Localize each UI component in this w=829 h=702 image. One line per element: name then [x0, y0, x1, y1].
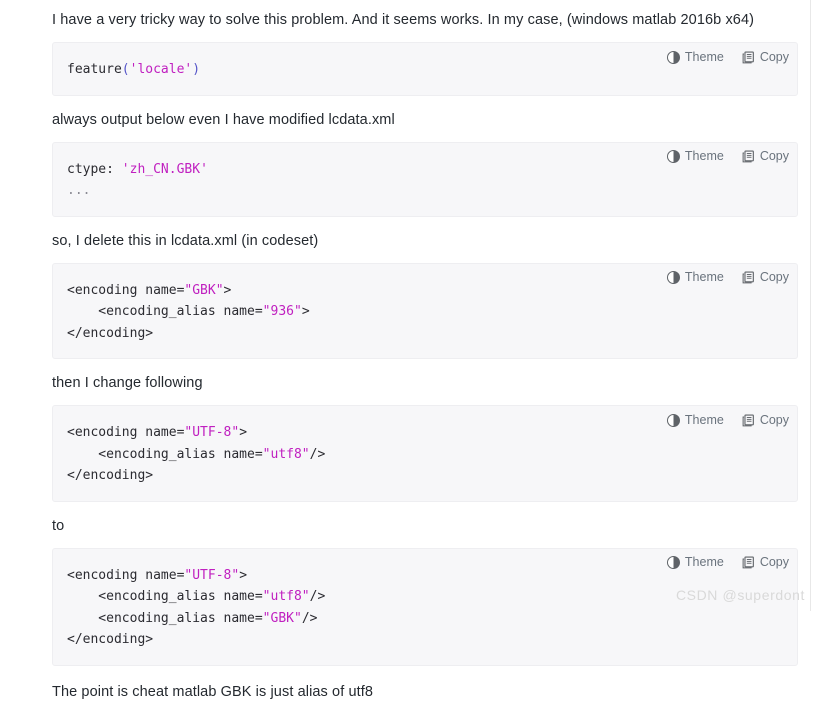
code-block-toolbar: Theme Copy: [666, 269, 789, 287]
copy-button-label: Copy: [759, 555, 789, 570]
code-token: />: [309, 446, 326, 462]
contrast-circle-icon: [666, 50, 680, 64]
code-token: "utf8": [262, 589, 310, 604]
theme-button[interactable]: Theme: [666, 555, 724, 570]
copy-button[interactable]: Copy: [742, 414, 789, 427]
code-token: />: [309, 589, 326, 604]
code-token: >: [239, 567, 248, 583]
copy-button[interactable]: Copy: [742, 271, 789, 284]
contrast-circle-icon: [666, 413, 680, 427]
code-token: 'locale': [129, 62, 193, 77]
code-token: <encoding_alias name=: [67, 304, 263, 319]
paragraph: I have a very tricky way to solve this p…: [52, 12, 755, 28]
theme-button[interactable]: Theme: [666, 412, 724, 427]
copy-document-icon: [742, 51, 755, 64]
code-block: Theme Copy ctype: 'zh_CN.GBK' ...: [52, 141, 798, 217]
code-token: <encoding name=: [67, 425, 185, 440]
code-token: "UTF-8": [184, 567, 240, 583]
copy-document-icon: [742, 271, 755, 284]
code-token: >: [223, 282, 232, 298]
paragraph: The point is cheat matlab GBK is just al…: [52, 683, 374, 700]
code-token: feature: [67, 62, 122, 77]
paragraph: then I change following: [52, 375, 203, 391]
code-token: ctype:: [67, 161, 122, 177]
copy-document-icon: [742, 150, 755, 163]
code-token: <encoding_alias name=: [67, 589, 263, 604]
code-token: <encoding_alias name=: [67, 446, 263, 462]
code-token: ...: [67, 183, 91, 198]
code-token: "936": [262, 304, 302, 319]
paragraph: so, I delete this in lcdata.xml (in code…: [52, 232, 319, 249]
code-token: <encoding name=: [67, 567, 185, 583]
code-token: >: [239, 425, 248, 440]
code-block-toolbar: Theme Copy: [666, 148, 789, 166]
copy-button[interactable]: Copy: [742, 51, 789, 64]
copy-document-icon: [742, 556, 755, 569]
code-token: <encoding_alias name=: [67, 610, 263, 626]
contrast-circle-icon: [666, 556, 680, 569]
contrast-circle-icon: [666, 271, 680, 284]
code-token: 'zh_CN.GBK': [121, 161, 208, 177]
copy-button-label: Copy: [759, 270, 789, 285]
contrast-circle-icon: [666, 150, 680, 163]
theme-button-label: Theme: [684, 555, 724, 570]
code-block: Theme Copy feature('locale'): [52, 42, 798, 96]
code-block-toolbar: Theme Copy: [666, 48, 789, 66]
code-block-toolbar: Theme Copy: [666, 411, 789, 429]
code-block: Theme Copy <encoding name="UTF-8"> <encodi…: [52, 405, 798, 502]
theme-button[interactable]: Theme: [666, 149, 724, 164]
code-token: </encoding>: [67, 468, 154, 483]
code-block: Theme Copy <encoding name="UTF-8"> <encodi…: [52, 547, 798, 666]
code-block-toolbar: Theme Copy: [666, 554, 789, 572]
theme-button[interactable]: Theme: [666, 270, 724, 285]
copy-button[interactable]: Copy: [742, 150, 789, 163]
page-right-divider: [810, 0, 811, 611]
answer-page: I have a very tricky way to solve this p…: [0, 0, 829, 700]
theme-button-label: Theme: [684, 49, 724, 64]
theme-button-label: Theme: [684, 412, 724, 427]
paragraph: always output below even I have modified…: [52, 111, 395, 128]
copy-button[interactable]: Copy: [742, 556, 789, 569]
code-token: </encoding>: [67, 325, 154, 341]
code-block: Theme Copy <encoding name="GBK"> <encoding…: [52, 262, 798, 359]
code-token: </encoding>: [67, 632, 154, 647]
code-token: "UTF-8": [184, 425, 240, 440]
code-token: />: [301, 610, 318, 626]
code-token: "GBK": [262, 610, 302, 626]
code-token: "GBK": [184, 282, 224, 298]
code-token: ): [192, 62, 201, 77]
copy-button-label: Copy: [759, 49, 789, 64]
code-token: <encoding name=: [67, 282, 185, 298]
code-token: "utf8": [262, 446, 310, 462]
code-token: (: [121, 62, 130, 77]
copy-button-label: Copy: [759, 412, 789, 427]
copy-document-icon: [742, 414, 755, 427]
csdn-watermark: CSDN @superdont: [675, 587, 805, 603]
copy-button-label: Copy: [759, 149, 789, 164]
code-token: >: [301, 304, 310, 319]
theme-button-label: Theme: [684, 270, 724, 285]
theme-button-label: Theme: [684, 149, 724, 164]
paragraph: to: [52, 517, 65, 534]
theme-button[interactable]: Theme: [666, 49, 724, 64]
